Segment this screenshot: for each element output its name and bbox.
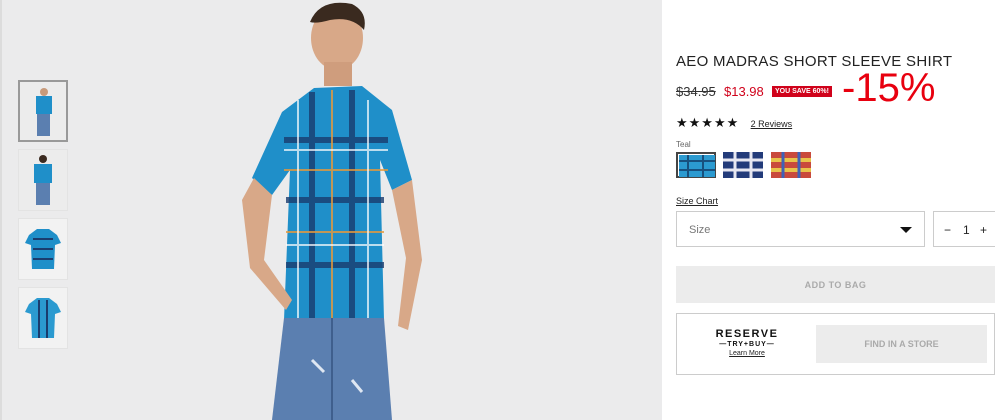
thumbnail-list <box>18 80 70 356</box>
quantity-plus-button[interactable]: + <box>980 223 987 237</box>
thumbnail-shirt-back[interactable] <box>18 287 68 349</box>
savings-badge: YOU SAVE 60%! <box>772 86 832 97</box>
product-details-panel: AEO MADRAS SHORT SLEEVE SHIRT $34.95 $13… <box>676 0 995 420</box>
thumbnail-model-back[interactable] <box>18 149 68 211</box>
reserve-try-buy-box: RESERVE —TRY+BUY— Learn More FIND IN A S… <box>676 313 995 375</box>
swatch-multi[interactable] <box>770 152 811 178</box>
chevron-down-icon <box>900 227 912 233</box>
swatch-teal[interactable] <box>676 152 716 178</box>
size-select-label: Size <box>689 224 711 236</box>
thumbnail-shirt-front[interactable] <box>18 218 68 280</box>
swatch-navy[interactable] <box>723 152 764 178</box>
product-image-stage <box>0 0 662 420</box>
discount-overlay: -15% <box>842 66 936 110</box>
find-in-store-button[interactable]: FIND IN A STORE <box>816 325 987 363</box>
learn-more-link[interactable]: Learn More <box>707 350 787 357</box>
color-swatches <box>676 152 814 178</box>
quantity-minus-button[interactable]: − <box>944 223 951 237</box>
size-select[interactable]: Size <box>676 211 925 247</box>
add-to-bag-button[interactable]: ADD TO BAG <box>676 266 995 303</box>
reserve-title: RESERVE <box>715 328 779 340</box>
original-price: $34.95 <box>676 84 716 99</box>
quantity-stepper[interactable]: − 1 + <box>933 211 995 247</box>
selected-color-label: Teal <box>676 140 691 149</box>
quantity-value: 1 <box>963 223 970 237</box>
sale-price: $13.98 <box>724 84 764 99</box>
star-rating-icon: ★★★★★ <box>676 115 740 130</box>
size-chart-link[interactable]: Size Chart <box>676 196 718 206</box>
reviews-link[interactable]: 2 Reviews <box>751 119 793 129</box>
thumbnail-model-front[interactable] <box>18 80 68 142</box>
reserve-logo: RESERVE —TRY+BUY— Learn More <box>707 328 787 357</box>
product-model-image <box>242 2 422 420</box>
reserve-subtitle: —TRY+BUY— <box>719 341 775 348</box>
rating-row: ★★★★★ 2 Reviews <box>676 115 792 131</box>
